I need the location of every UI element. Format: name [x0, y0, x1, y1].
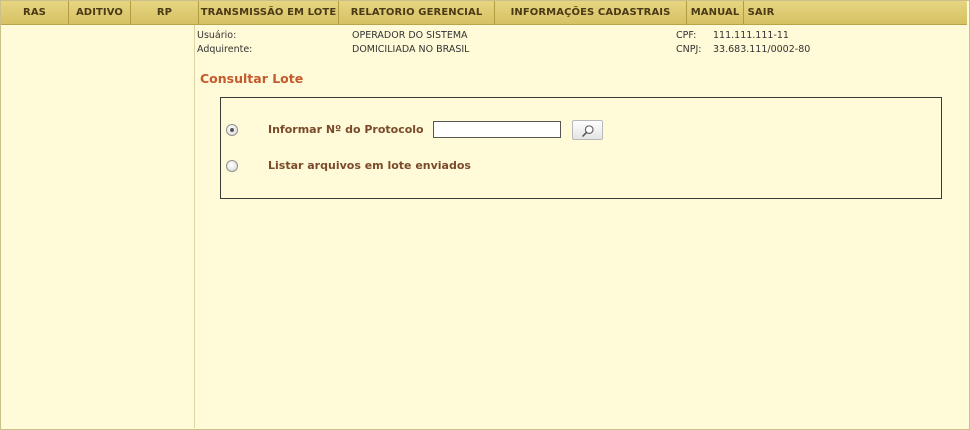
nav-aditivo[interactable]: ADITIVO: [69, 1, 131, 24]
usuario-label: Usuário:: [197, 30, 237, 41]
adquirente-label: Adquirente:: [197, 44, 253, 55]
cpf-value: 111.111.111-11: [713, 30, 789, 41]
cnpj-value: 33.683.111/0002-80: [713, 44, 811, 55]
label-informar-protocolo: Informar Nº do Protocolo: [268, 123, 424, 136]
protocol-input[interactable]: [433, 121, 561, 138]
cnpj-label: CNPJ:: [676, 44, 702, 55]
magnifier-icon: [581, 123, 595, 137]
nav-relatorio-gerencial[interactable]: RELATORIO GERENCIAL: [339, 1, 495, 24]
page-title: Consultar Lote: [200, 71, 304, 86]
adquirente-value: DOMICILIADA NO BRASIL: [352, 44, 470, 55]
nav-rp[interactable]: RP: [131, 1, 199, 24]
label-listar-arquivos: Listar arquivos em lote enviados: [268, 159, 471, 172]
nav-informacoes-cadastrais[interactable]: INFORMAÇÕES CADASTRAIS: [495, 1, 687, 24]
top-nav: RAS ADITIVO RP TRANSMISSÃO EM LOTE RELAT…: [1, 1, 967, 25]
nav-transmissao-lote[interactable]: TRANSMISSÃO EM LOTE: [199, 1, 339, 24]
nav-ras[interactable]: RAS: [1, 1, 69, 24]
radio-informar-protocolo[interactable]: [226, 124, 238, 136]
radio-listar-arquivos[interactable]: [226, 160, 238, 172]
left-panel: [1, 25, 195, 428]
consulta-form-box: [220, 97, 942, 199]
nav-manual[interactable]: MANUAL: [687, 1, 744, 24]
search-button[interactable]: [572, 120, 603, 140]
usuario-value: OPERADOR DO SISTEMA: [352, 30, 468, 41]
nav-sair[interactable]: SAIR: [744, 1, 778, 24]
cpf-label: CPF:: [676, 30, 697, 41]
